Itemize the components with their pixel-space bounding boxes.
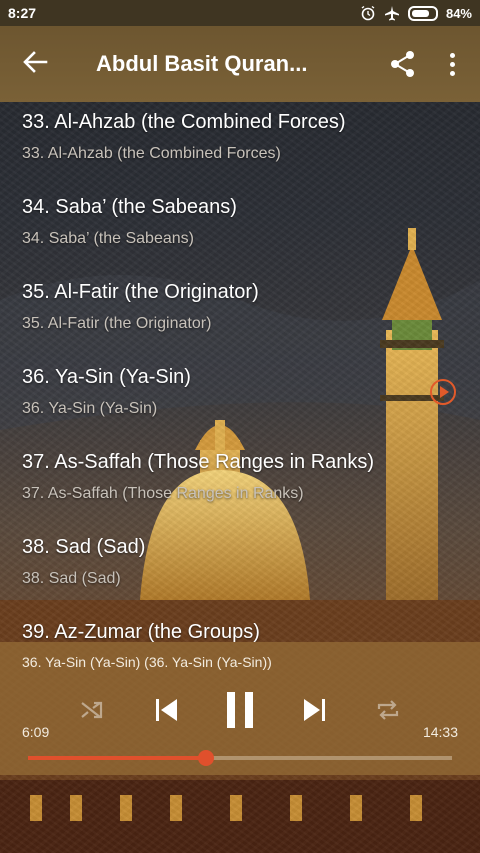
- track-title: 34. Saba’ (the Sabeans): [22, 196, 237, 218]
- track-title: 33. Al-Ahzab (the Combined Forces): [22, 111, 346, 133]
- status-icons: 84%: [360, 5, 480, 21]
- app-bar: Abdul Basit Quran...: [0, 26, 480, 102]
- track-title: 38. Sad (Sad): [22, 536, 146, 558]
- seek-bar[interactable]: [28, 750, 452, 766]
- shuffle-svg: [81, 701, 103, 719]
- share-svg: [391, 51, 414, 77]
- list-item[interactable]: 33. Al-Ahzab (the Combined Forces) 33. A…: [0, 102, 480, 187]
- list-item[interactable]: 34. Saba’ (the Sabeans) 34. Saba’ (the S…: [0, 187, 480, 272]
- seek-progress: [28, 756, 207, 760]
- airplane-icon: [384, 6, 399, 21]
- pause-bar: [245, 692, 253, 728]
- pause-button[interactable]: [220, 684, 260, 736]
- previous-icon: [155, 699, 159, 721]
- previous-triangle: [160, 699, 177, 721]
- total-time: 14:33: [422, 724, 458, 740]
- more-vert-icon[interactable]: [448, 52, 456, 76]
- now-playing-text: 36. Ya-Sin (Ya-Sin) (36. Ya-Sin (Ya-Sin)…: [22, 654, 272, 670]
- battery-percent: 84%: [445, 5, 472, 21]
- list-item[interactable]: 39. Az-Zumar (the Groups): [0, 612, 480, 642]
- alarm-icon: [361, 5, 375, 21]
- seek-thumb[interactable]: [198, 750, 215, 766]
- repeat-svg: [377, 700, 399, 720]
- now-playing-icon: [430, 379, 456, 405]
- track-subtitle: 36. Ya-Sin (Ya-Sin): [22, 400, 158, 417]
- shuffle-icon[interactable]: [74, 684, 110, 736]
- next-icon: [303, 699, 320, 721]
- battery-icon: [407, 5, 438, 21]
- share-icon[interactable]: [388, 49, 418, 79]
- status-bar: 8:27 84%: [0, 0, 480, 26]
- pause-icon: [227, 692, 235, 728]
- track-subtitle: 38. Sad (Sad): [22, 570, 121, 587]
- next-button[interactable]: [294, 684, 334, 736]
- back-arrow-svg: [23, 51, 48, 73]
- page-title: Abdul Basit Quran...: [96, 51, 308, 76]
- track-list: 33. Al-Ahzab (the Combined Forces) 33. A…: [0, 102, 480, 642]
- list-item[interactable]: 37. As-Saffah (Those Ranges in Ranks) 37…: [0, 442, 480, 527]
- list-item[interactable]: 35. Al-Fatir (the Originator) 35. Al-Fat…: [0, 272, 480, 357]
- player-controls: [0, 684, 480, 736]
- track-title: 36. Ya-Sin (Ya-Sin): [22, 366, 191, 388]
- track-title: 39. Az-Zumar (the Groups): [22, 621, 260, 642]
- list-item-playing[interactable]: 36. Ya-Sin (Ya-Sin) 36. Ya-Sin (Ya-Sin): [0, 357, 480, 442]
- track-title: 37. As-Saffah (Those Ranges in Ranks): [22, 451, 375, 473]
- track-subtitle: 37. As-Saffah (Those Ranges in Ranks): [22, 485, 304, 502]
- list-item[interactable]: 38. Sad (Sad) 38. Sad (Sad): [0, 527, 480, 612]
- track-subtitle: 34. Saba’ (the Sabeans): [22, 230, 194, 247]
- back-arrow-icon[interactable]: [22, 50, 62, 78]
- player-panel: 36. Ya-Sin (Ya-Sin) (36. Ya-Sin (Ya-Sin)…: [0, 642, 480, 775]
- status-time: 8:27: [8, 5, 37, 21]
- previous-button[interactable]: [146, 684, 186, 736]
- next-bar: [321, 699, 325, 721]
- track-subtitle: 35. Al-Fatir (the Originator): [22, 315, 212, 332]
- repeat-icon[interactable]: [370, 684, 406, 736]
- track-subtitle: 33. Al-Ahzab (the Combined Forces): [22, 145, 281, 162]
- track-title: 35. Al-Fatir (the Originator): [22, 281, 259, 303]
- current-time: 6:09: [22, 724, 50, 740]
